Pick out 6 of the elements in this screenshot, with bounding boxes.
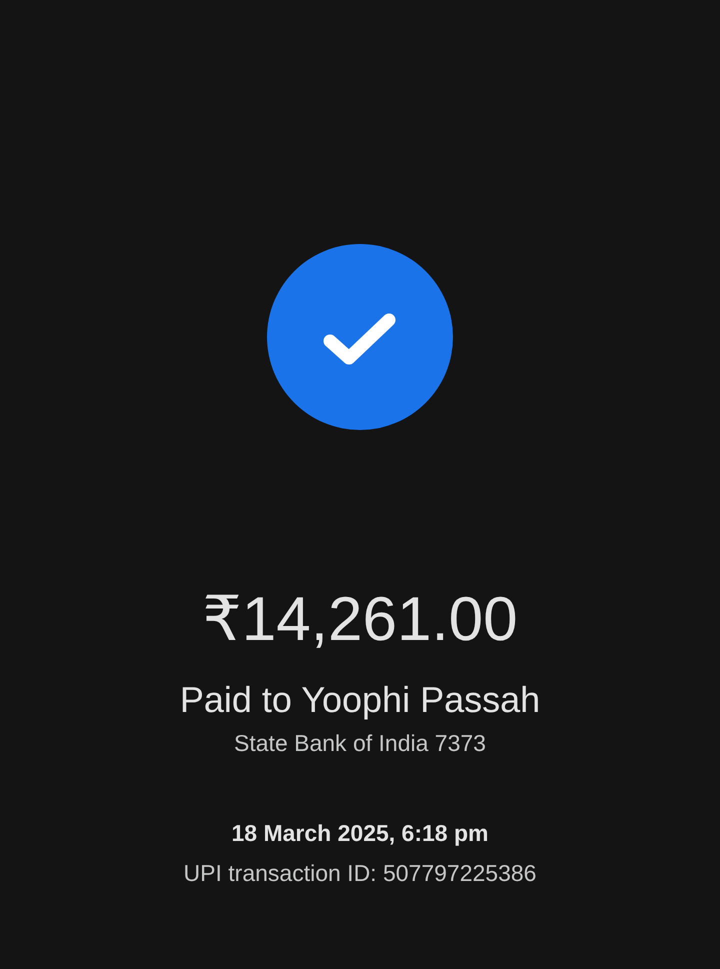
transaction-date: 18 March 2025, 6:18 pm (232, 819, 488, 848)
bank-account: State Bank of India 7373 (234, 729, 486, 758)
transaction-id: UPI transaction ID: 507797225386 (184, 859, 536, 888)
recipient-name: Paid to Yoophi Passah (180, 678, 540, 722)
success-check-icon (267, 244, 453, 430)
payment-amount: ₹14,261.00 (202, 586, 518, 654)
